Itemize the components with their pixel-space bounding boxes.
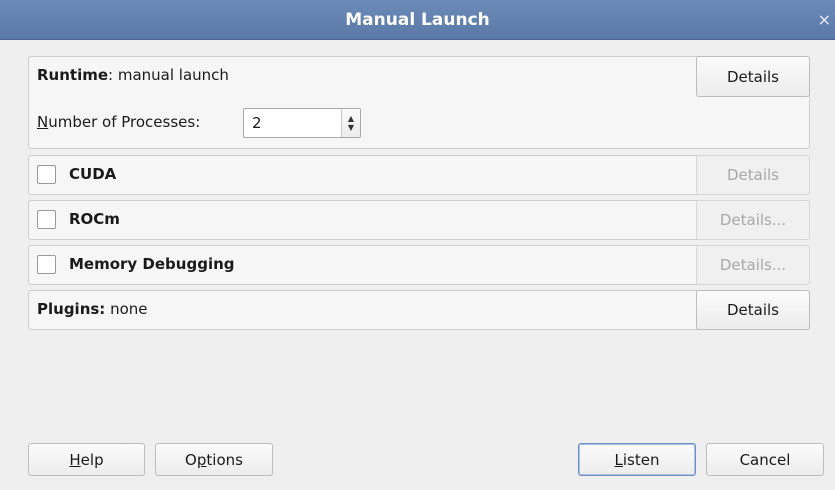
chevron-up-icon[interactable]: ▲	[342, 114, 360, 123]
memory-debugging-details-button[interactable]: Details...	[696, 245, 810, 285]
cuda-checkbox[interactable]	[37, 165, 56, 184]
listen-button[interactable]: Listen	[578, 443, 696, 476]
cuda-label: CUDA	[69, 165, 117, 183]
processes-label: Number of Processes:	[37, 113, 201, 131]
plugins-panel: Plugins: none Details	[28, 290, 810, 330]
runtime-label: Runtime: manual launch	[37, 66, 229, 84]
chevron-down-icon[interactable]: ▼	[342, 123, 360, 132]
rocm-panel: ROCm Details...	[28, 200, 810, 240]
cuda-details-button[interactable]: Details	[696, 155, 810, 195]
plugins-details-button[interactable]: Details	[696, 290, 810, 330]
processes-spinbox[interactable]: 2 ▲ ▼	[243, 108, 361, 138]
title-bar: Manual Launch ×	[0, 0, 835, 40]
processes-value[interactable]: 2	[252, 114, 262, 132]
rocm-details-button[interactable]: Details...	[696, 200, 810, 240]
rocm-label: ROCm	[69, 210, 120, 228]
options-button[interactable]: Op tions	[155, 443, 273, 476]
memory-debugging-label: Memory Debugging	[69, 255, 235, 273]
window-title: Manual Launch	[345, 9, 490, 30]
help-button[interactable]: Help	[28, 443, 145, 476]
memory-debugging-checkbox[interactable]	[37, 255, 56, 274]
runtime-panel: Runtime: manual launch Details Number of…	[28, 56, 810, 149]
memory-debugging-panel: Memory Debugging Details...	[28, 245, 810, 285]
plugins-label: Plugins: none	[37, 300, 148, 318]
runtime-details-button[interactable]: Details	[696, 56, 810, 97]
rocm-checkbox[interactable]	[37, 210, 56, 229]
close-icon[interactable]: ×	[818, 10, 831, 29]
cuda-panel: CUDA Details	[28, 155, 810, 195]
cancel-button[interactable]: Cancel	[706, 443, 824, 476]
spin-arrows[interactable]: ▲ ▼	[341, 109, 360, 137]
